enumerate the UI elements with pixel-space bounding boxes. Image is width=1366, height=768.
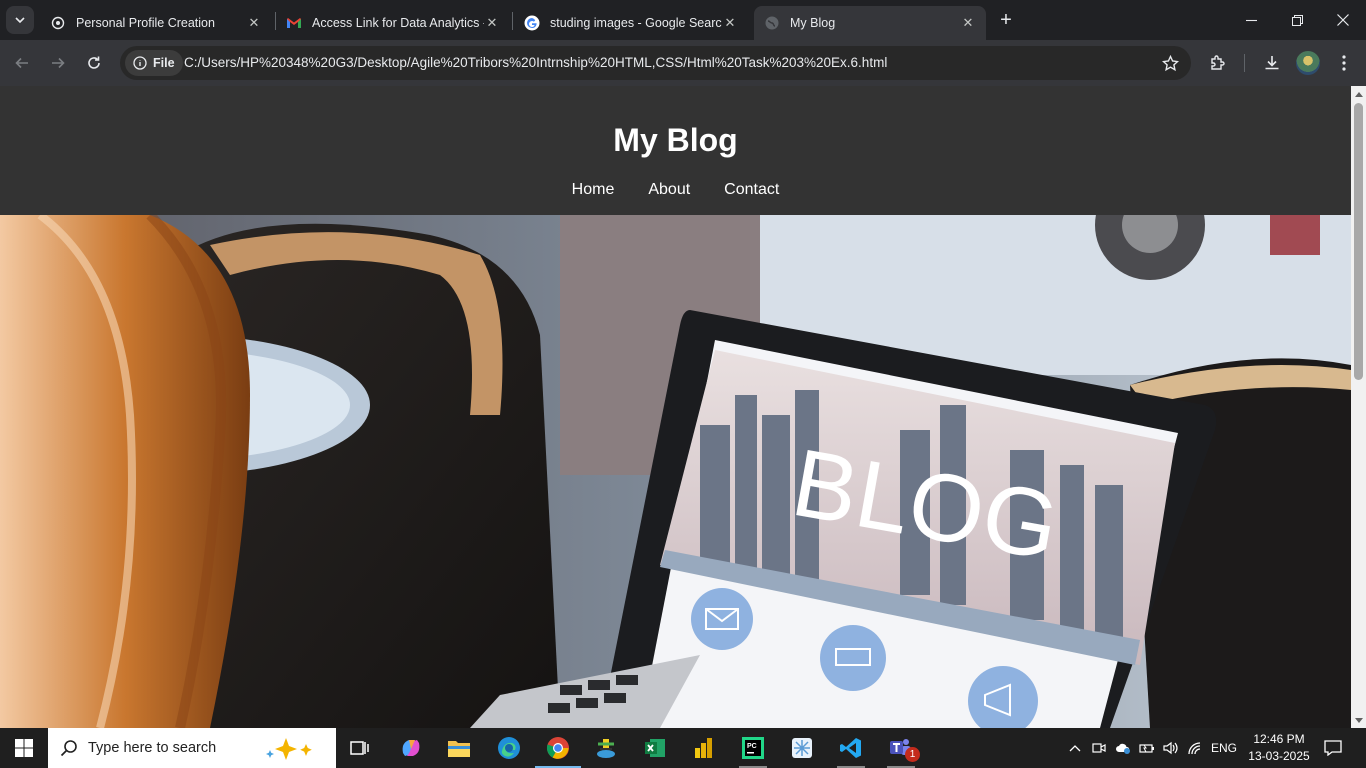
edge-icon[interactable] <box>486 728 532 768</box>
nav-link-contact[interactable]: Contact <box>724 181 779 199</box>
tab-gmail[interactable]: Access Link for Data Analytics - ✕ <box>276 6 510 40</box>
scrollbar-thumb[interactable] <box>1354 103 1363 380</box>
tab-my-blog[interactable]: My Blog ✕ <box>754 6 986 40</box>
search-icon <box>60 740 77 757</box>
site-title: My Blog <box>613 122 738 158</box>
downloads-button[interactable] <box>1258 49 1286 77</box>
restore-button[interactable] <box>1274 0 1320 40</box>
browser-menu-button[interactable] <box>1330 49 1358 77</box>
scroll-down-icon[interactable] <box>1351 713 1366 728</box>
close-tab-icon[interactable]: ✕ <box>722 15 738 31</box>
extensions-button[interactable] <box>1204 49 1232 77</box>
vscode-icon[interactable] <box>828 728 874 768</box>
site-header: My Blog Home About Contact <box>0 86 1351 215</box>
svg-text:PC: PC <box>747 743 757 750</box>
reload-icon <box>88 56 100 69</box>
snipping-icon[interactable] <box>779 728 825 768</box>
page-scrollbar[interactable] <box>1351 86 1366 728</box>
hero-photo-laptop-blog: BLOG <box>0 215 1351 728</box>
tab-search-button[interactable] <box>6 6 34 34</box>
file-explorer-icon[interactable] <box>436 728 482 768</box>
gmail-favicon-icon <box>286 15 302 31</box>
search-placeholder: Type here to search <box>88 740 217 756</box>
teams-notification-badge: 1 <box>905 747 920 762</box>
kebab-menu-icon <box>1342 55 1346 71</box>
openai-favicon-icon <box>50 15 66 31</box>
close-tab-icon[interactable]: ✕ <box>246 15 262 31</box>
scroll-up-icon[interactable] <box>1351 86 1366 101</box>
start-button[interactable] <box>0 728 48 768</box>
globe-favicon-icon <box>764 15 780 31</box>
download-icon <box>1265 56 1279 70</box>
minimize-icon <box>1245 19 1257 21</box>
nav-link-about[interactable]: About <box>648 181 690 199</box>
battery-icon[interactable] <box>1136 728 1158 768</box>
show-hidden-icons-chevron-icon[interactable] <box>1064 728 1086 768</box>
tab-title: Personal Profile Creation <box>76 16 215 30</box>
profile-avatar[interactable] <box>1296 51 1320 75</box>
toolbar-divider <box>1244 54 1245 72</box>
chevron-down-icon <box>15 17 25 24</box>
meet-now-icon[interactable] <box>1088 728 1110 768</box>
chip-label: File <box>153 56 175 70</box>
tab-separator <box>512 12 513 30</box>
arrow-left-icon <box>15 57 28 69</box>
reload-button[interactable] <box>80 49 108 77</box>
browser-tab-strip: Personal Profile Creation ✕ Access Link … <box>0 0 1366 40</box>
google-favicon-icon <box>524 15 540 31</box>
volume-icon[interactable] <box>1160 728 1182 768</box>
windows-logo-icon <box>15 739 33 757</box>
excel-icon[interactable] <box>632 728 678 768</box>
power-bi-icon[interactable] <box>681 728 727 768</box>
back-button[interactable] <box>8 49 36 77</box>
new-tab-button[interactable]: + <box>994 8 1018 32</box>
tab-title: Access Link for Data Analytics - <box>312 16 484 30</box>
site-nav: Home About Contact <box>0 181 1351 199</box>
bookmark-star-icon[interactable] <box>1159 52 1181 74</box>
clock-time: 12:46 PM <box>1253 732 1305 746</box>
tab-google-search[interactable]: studing images - Google Search ✕ <box>514 6 748 40</box>
info-icon <box>133 56 147 70</box>
tab-title: My Blog <box>790 16 836 30</box>
clock-date: 13-03-2025 <box>1248 749 1310 763</box>
task-view-icon[interactable] <box>337 728 383 768</box>
nav-link-home[interactable]: Home <box>572 181 615 199</box>
close-tab-icon[interactable]: ✕ <box>484 15 500 31</box>
site-info-chip[interactable]: File <box>125 50 183 76</box>
pycharm-icon[interactable]: PC <box>730 728 776 768</box>
puzzle-icon <box>1211 55 1225 70</box>
address-bar[interactable]: File C:/Users/HP%20348%20G3/Desktop/Agil… <box>120 46 1191 80</box>
browser-toolbar: File C:/Users/HP%20348%20G3/Desktop/Agil… <box>0 40 1366 86</box>
notification-center-icon[interactable] <box>1318 728 1348 768</box>
close-tab-icon[interactable]: ✕ <box>960 15 976 31</box>
system-clock[interactable]: 12:46 PM 13-03-2025 <box>1240 731 1318 765</box>
installer-icon[interactable] <box>583 728 629 768</box>
forward-button[interactable] <box>44 49 72 77</box>
tab-title: studing images - Google Search <box>550 16 722 30</box>
restore-icon <box>1291 14 1303 26</box>
windows-taskbar: Type here to search PC 1 ENG 12:46 PM 13… <box>0 728 1366 768</box>
tab-personal-profile[interactable]: Personal Profile Creation ✕ <box>40 6 272 40</box>
copilot-icon[interactable] <box>388 728 434 768</box>
language-indicator[interactable]: ENG <box>1208 728 1240 768</box>
chrome-icon[interactable] <box>535 728 581 768</box>
search-highlight-sparkle-icon <box>266 738 312 760</box>
close-icon <box>1337 14 1349 26</box>
page-viewport: My Blog Home About Contact BLOG <box>0 86 1366 728</box>
url-text[interactable]: C:/Users/HP%20348%20G3/Desktop/Agile%20T… <box>184 55 887 70</box>
taskbar-search-input[interactable]: Type here to search <box>48 728 336 768</box>
close-window-button[interactable] <box>1320 0 1366 40</box>
teams-icon[interactable]: 1 <box>878 728 924 768</box>
wifi-icon[interactable] <box>1184 728 1206 768</box>
minimize-button[interactable] <box>1228 0 1274 40</box>
onedrive-cloud-icon[interactable] <box>1112 728 1134 768</box>
hero-image: BLOG <box>0 215 1351 728</box>
arrow-right-icon <box>52 57 65 69</box>
